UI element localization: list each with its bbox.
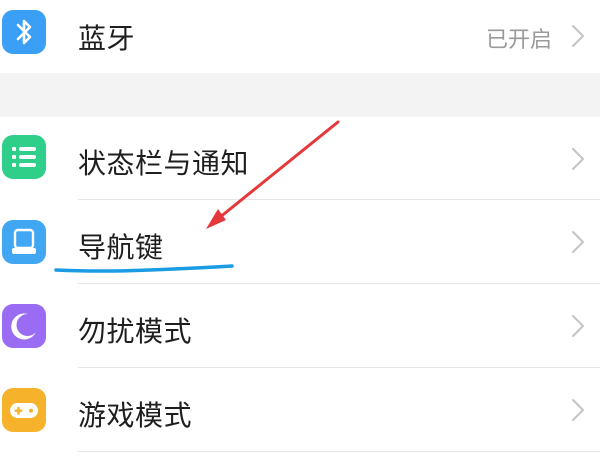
bluetooth-status: 已开启 xyxy=(485,28,552,53)
bluetooth-icon xyxy=(2,10,46,54)
settings-item-status-bar[interactable]: 状态栏与通知 xyxy=(0,117,600,200)
settings-screen: 蓝牙 已开启 状态栏与通知 导航键 勿扰模式 游戏模式 xyxy=(0,0,600,467)
section-gap xyxy=(0,73,600,117)
chevron-right-icon xyxy=(572,25,584,47)
status-bar-icon xyxy=(2,135,46,179)
settings-item-game-mode[interactable]: 游戏模式 xyxy=(0,368,600,452)
settings-item-label: 游戏模式 xyxy=(78,399,193,432)
settings-item-navigation-keys[interactable]: 导航键 xyxy=(0,200,600,284)
settings-item-label: 蓝牙 xyxy=(78,22,136,55)
moon-icon xyxy=(2,304,46,348)
navigation-keys-icon xyxy=(2,220,46,264)
settings-item-label: 勿扰模式 xyxy=(78,315,193,348)
row-divider xyxy=(78,451,600,452)
settings-item-label: 导航键 xyxy=(78,231,164,264)
settings-item-do-not-disturb[interactable]: 勿扰模式 xyxy=(0,284,600,368)
chevron-right-icon xyxy=(572,399,584,421)
chevron-right-icon xyxy=(572,148,584,170)
gamepad-icon xyxy=(2,388,46,432)
settings-item-bluetooth[interactable]: 蓝牙 已开启 xyxy=(0,0,600,73)
chevron-right-icon xyxy=(572,315,584,337)
settings-item-label: 状态栏与通知 xyxy=(78,147,250,180)
chevron-right-icon xyxy=(572,231,584,253)
